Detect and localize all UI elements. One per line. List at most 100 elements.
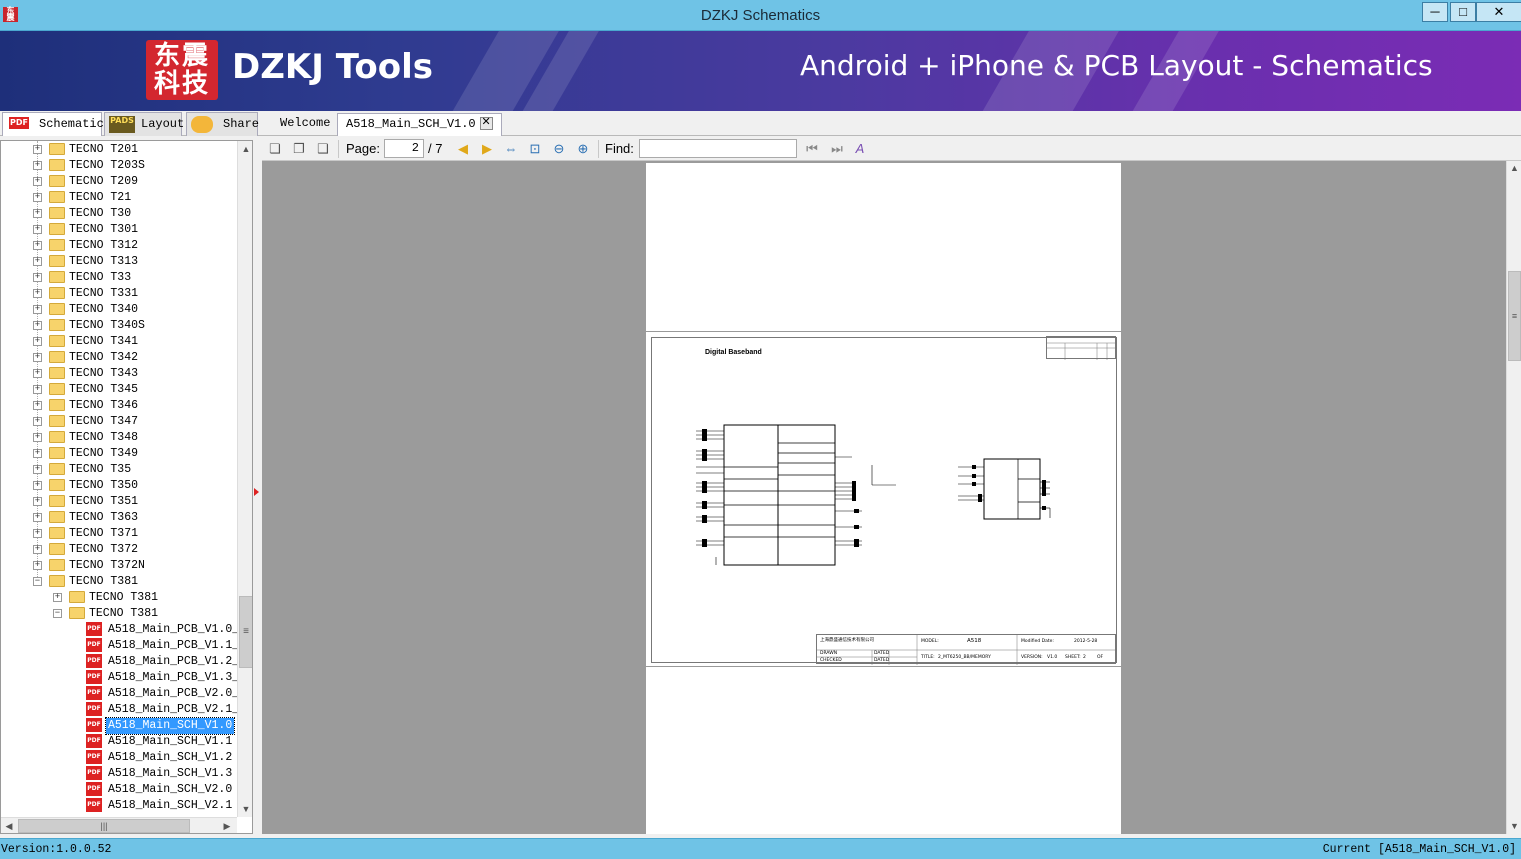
tree-file-item[interactable]: PDF A518_Main_SCH_V1.3 [1, 766, 237, 782]
expand-icon[interactable]: + [33, 305, 42, 314]
zoom-in-icon[interactable]: ⊕ [574, 140, 592, 157]
tree-file-item[interactable]: PDF A518_Main_PCB_V2.1_PLA [1, 702, 237, 718]
fit-page-icon[interactable]: ⊡ [526, 140, 544, 157]
tree-folder-item[interactable]: − TECNO T381 [1, 606, 237, 622]
find-input[interactable] [639, 139, 797, 158]
collapse-icon[interactable]: − [53, 609, 62, 618]
scroll-up-icon[interactable]: ▲ [1507, 161, 1521, 176]
expand-icon[interactable]: + [33, 545, 42, 554]
expand-icon[interactable]: + [33, 145, 42, 154]
tree-folder-item[interactable]: + TECNO T348 [1, 430, 237, 446]
scroll-down-icon[interactable]: ▼ [1507, 819, 1521, 834]
tree-folder-item[interactable]: − TECNO T381 [1, 574, 237, 590]
tree-folder-item[interactable]: + TECNO T347 [1, 414, 237, 430]
tree-folder-item[interactable]: + TECNO T341 [1, 334, 237, 350]
two-page-icon[interactable]: ❐ [290, 140, 308, 157]
tree-file-item[interactable]: PDF A518_Main_PCB_V2.0_PLA [1, 686, 237, 702]
expand-icon[interactable]: + [33, 225, 42, 234]
tree-folder-item[interactable]: + TECNO T340 [1, 302, 237, 318]
tree-folder-item[interactable]: + TECNO T201 [1, 142, 237, 158]
expand-icon[interactable]: + [33, 529, 42, 538]
tree-file-item[interactable]: PDF A518_Main_SCH_V2.0 [1, 782, 237, 798]
expand-icon[interactable]: + [33, 369, 42, 378]
tree-file-item[interactable]: PDF A518_Main_SCH_V1.0 [1, 717, 237, 735]
expand-icon[interactable]: + [33, 433, 42, 442]
fit-width-icon[interactable]: ⇔ [502, 140, 520, 157]
collapse-arrow-icon[interactable] [254, 488, 259, 496]
maximize-button[interactable]: □ [1450, 2, 1476, 22]
tab-schematic[interactable]: PDF Schematic [2, 112, 104, 136]
tree-folder-item[interactable]: + TECNO T21 [1, 190, 237, 206]
scroll-up-icon[interactable]: ▲ [238, 141, 252, 157]
tree-folder-item[interactable]: + TECNO T340S [1, 318, 237, 334]
tree-file-item[interactable]: PDF A518_Main_SCH_V1.2 [1, 750, 237, 766]
tab-share[interactable]: Share [186, 112, 259, 136]
tree-folder-item[interactable]: + TECNO T372N [1, 558, 237, 574]
close-button[interactable]: ✕ [1476, 2, 1521, 22]
expand-icon[interactable]: + [33, 353, 42, 362]
scroll-down-icon[interactable]: ▼ [238, 801, 252, 817]
expand-icon[interactable]: + [33, 289, 42, 298]
document-viewer[interactable]: Digital Baseband 上海鼎盛通信技术有限公司 DRAWN CHEC… [262, 161, 1506, 834]
expand-icon[interactable]: + [33, 177, 42, 186]
tab-welcome[interactable]: Welcome [272, 113, 338, 136]
minimize-button[interactable]: ─ [1422, 2, 1448, 22]
tab-layout[interactable]: PADS Layout [104, 112, 184, 136]
expand-icon[interactable]: + [33, 241, 42, 250]
expand-icon[interactable]: + [33, 561, 42, 570]
tree-file-item[interactable]: PDF A518_Main_SCH_V1.1 [1, 734, 237, 750]
scroll-right-icon[interactable]: ▶ [219, 818, 235, 833]
find-previous-icon[interactable]: ⏮ [803, 140, 821, 157]
close-tab-icon[interactable]: ✕ [479, 117, 493, 131]
tree-folder-item[interactable]: + TECNO T30 [1, 206, 237, 222]
tab-document[interactable]: A518_Main_SCH_V1.0 ✕ [337, 113, 502, 136]
tree-folder-item[interactable]: + TECNO T351 [1, 494, 237, 510]
tree-file-item[interactable]: PDF A518_Main_PCB_V1.3_PLA [1, 670, 237, 686]
highlight-text-icon[interactable]: A [851, 140, 869, 157]
viewer-vertical-scrollbar[interactable]: ▲ ≡ ▼ [1506, 161, 1521, 834]
tree-vertical-scrollbar[interactable]: ▲ ≡ ▼ [237, 141, 252, 817]
tree-folder-item[interactable]: + TECNO T345 [1, 382, 237, 398]
page-number-input[interactable]: 2 [384, 139, 424, 158]
tree-folder-item[interactable]: + TECNO T312 [1, 238, 237, 254]
tree-folder-item[interactable]: + TECNO T372 [1, 542, 237, 558]
tree-folder-item[interactable]: + TECNO T381 [1, 590, 237, 606]
expand-icon[interactable]: + [33, 497, 42, 506]
tree-folder-item[interactable]: + TECNO T350 [1, 478, 237, 494]
tree-folder-item[interactable]: + TECNO T363 [1, 510, 237, 526]
collapse-icon[interactable]: − [33, 577, 42, 586]
expand-icon[interactable]: + [33, 401, 42, 410]
expand-icon[interactable]: + [53, 593, 62, 602]
tree-file-item[interactable]: PDF A518_Main_SCH_V2.1 [1, 798, 237, 814]
tree-file-item[interactable]: PDF A518_Main_PCB_V1.1_PLA [1, 638, 237, 654]
tree-folder-item[interactable]: + TECNO T346 [1, 398, 237, 414]
tree-horizontal-scrollbar[interactable]: ◀ ||| ▶ [1, 817, 237, 833]
expand-icon[interactable]: + [33, 513, 42, 522]
tree-folder-item[interactable]: + TECNO T33 [1, 270, 237, 286]
single-page-icon[interactable]: ❏ [266, 140, 284, 157]
tree-folder-item[interactable]: + TECNO T331 [1, 286, 237, 302]
expand-icon[interactable]: + [33, 481, 42, 490]
expand-icon[interactable]: + [33, 465, 42, 474]
expand-icon[interactable]: + [33, 417, 42, 426]
tree-folder-item[interactable]: + TECNO T343 [1, 366, 237, 382]
expand-icon[interactable]: + [33, 337, 42, 346]
next-page-icon[interactable]: ▶ [478, 140, 496, 157]
scroll-thumb[interactable]: ≡ [239, 596, 252, 668]
zoom-out-icon[interactable]: ⊖ [550, 140, 568, 157]
expand-icon[interactable]: + [33, 209, 42, 218]
scroll-thumb[interactable]: ≡ [1508, 271, 1521, 361]
expand-icon[interactable]: + [33, 385, 42, 394]
tree-folder-item[interactable]: + TECNO T209 [1, 174, 237, 190]
tree-folder-item[interactable]: + TECNO T349 [1, 446, 237, 462]
tree-folder-item[interactable]: + TECNO T203S [1, 158, 237, 174]
tree-file-item[interactable]: PDF A518_Main_PCB_V1.0_PLA [1, 622, 237, 638]
tree-folder-item[interactable]: + TECNO T301 [1, 222, 237, 238]
expand-icon[interactable]: + [33, 257, 42, 266]
panel-splitter[interactable] [253, 140, 261, 834]
scroll-left-icon[interactable]: ◀ [1, 818, 17, 833]
tree-file-item[interactable]: PDF A518_Main_PCB_V1.2_PLA [1, 654, 237, 670]
find-next-icon[interactable]: ⏭ [828, 140, 846, 157]
tree-folder-item[interactable]: + TECNO T35 [1, 462, 237, 478]
expand-icon[interactable]: + [33, 273, 42, 282]
